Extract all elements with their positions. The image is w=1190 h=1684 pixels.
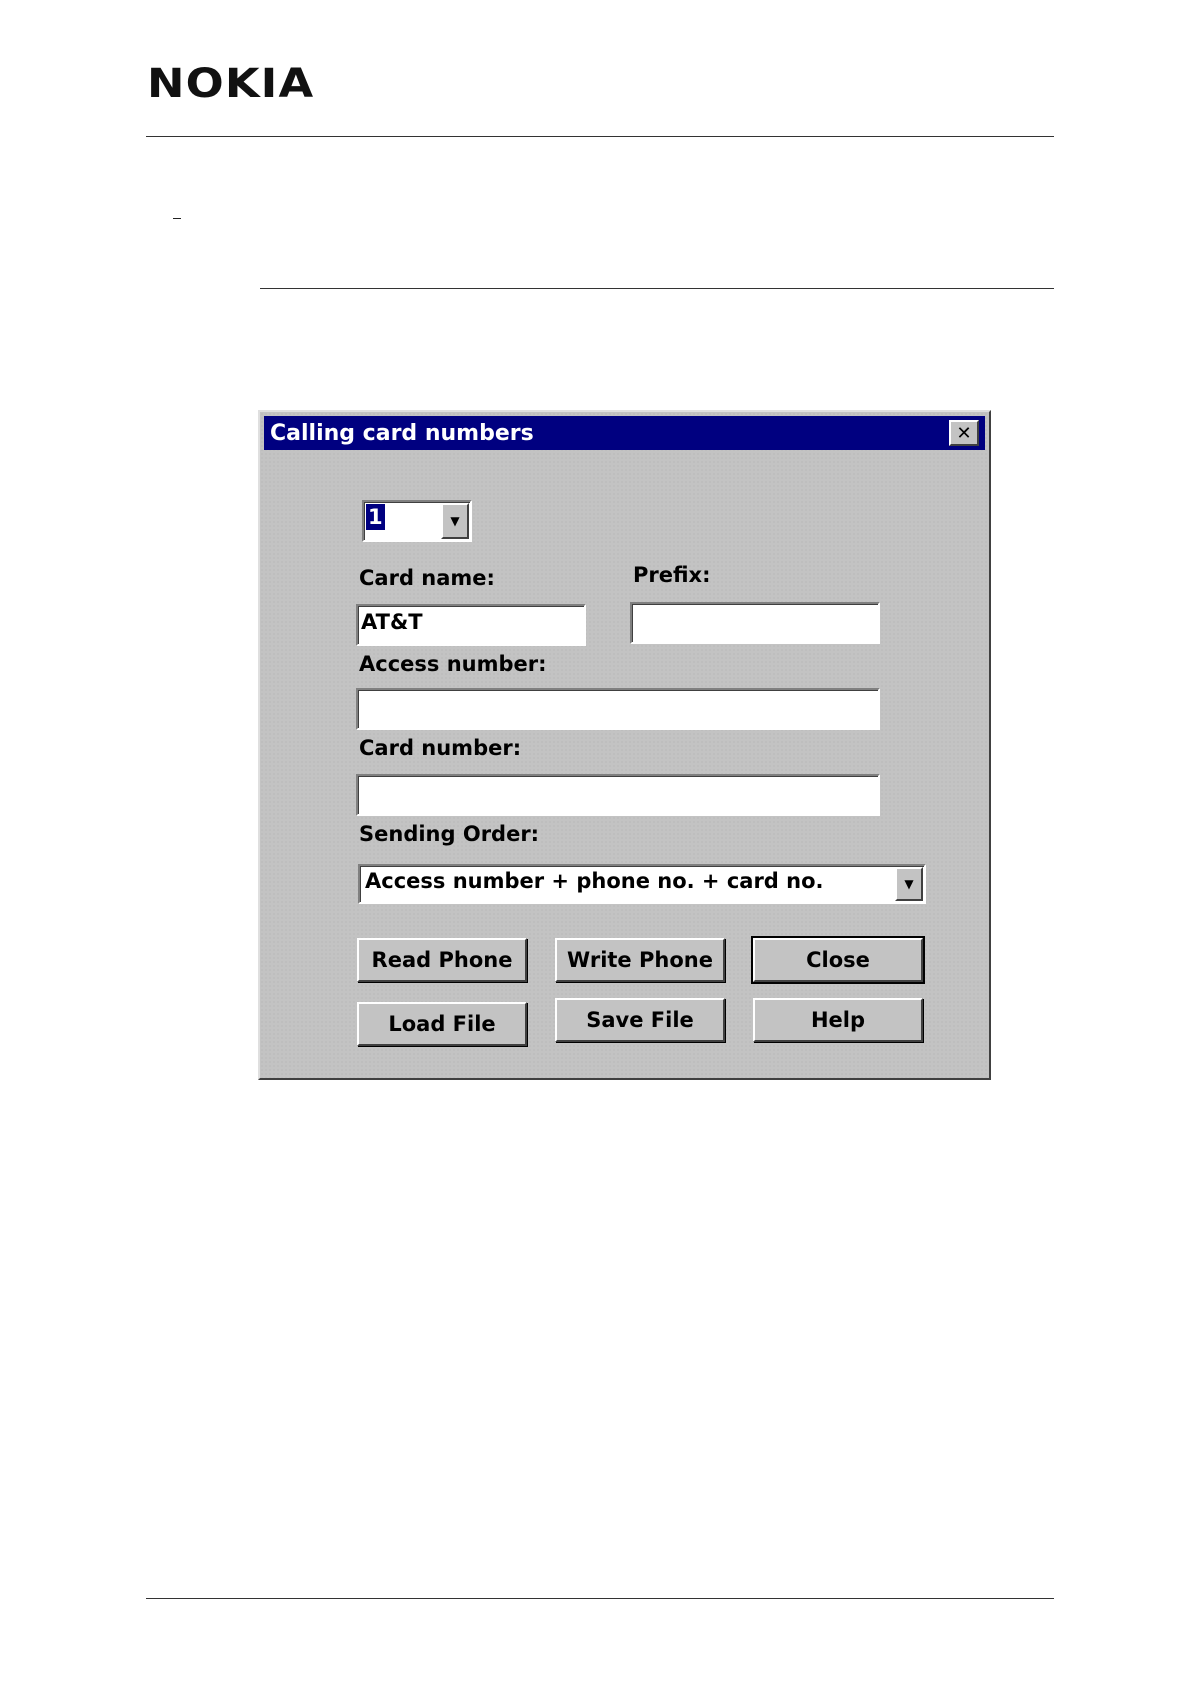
sending-order-label: Sending Order: (359, 822, 540, 846)
access-number-field[interactable] (356, 688, 880, 730)
dialog-titlebar[interactable]: Calling card numbers ✕ (264, 416, 985, 450)
close-button[interactable]: Close (751, 936, 925, 984)
card-number-label: Card number: (359, 736, 522, 760)
index-selector[interactable]: 1 ▼ (362, 500, 472, 542)
access-number-label: Access number: (359, 652, 547, 676)
dash-mark (173, 218, 181, 219)
dialog-title: Calling card numbers (270, 420, 534, 446)
card-number-field[interactable] (356, 774, 880, 816)
card-name-label: Card name: (359, 566, 495, 590)
chevron-down-icon[interactable]: ▼ (895, 867, 923, 901)
write-phone-button[interactable]: Write Phone (555, 938, 725, 982)
nokia-logo: NOKIA (147, 61, 315, 107)
save-file-button[interactable]: Save File (555, 998, 725, 1042)
load-file-button[interactable]: Load File (357, 1002, 527, 1046)
sending-order-select[interactable]: Access number + phone no. + card no. ▼ (358, 864, 926, 904)
card-name-value: AT&T (361, 610, 423, 634)
close-icon[interactable]: ✕ (949, 420, 979, 446)
prefix-field[interactable] (630, 602, 880, 644)
header-rule (146, 136, 1054, 137)
card-name-field[interactable]: AT&T (356, 604, 586, 646)
footer-rule (146, 1598, 1054, 1599)
calling-card-dialog: Calling card numbers ✕ 1 ▼ Card name: Pr… (258, 410, 991, 1080)
prefix-label: Prefix: (633, 563, 711, 587)
chevron-down-icon[interactable]: ▼ (441, 503, 469, 539)
read-phone-button[interactable]: Read Phone (357, 938, 527, 982)
help-button[interactable]: Help (753, 998, 923, 1042)
section-rule (260, 288, 1054, 289)
index-selector-value: 1 (366, 504, 385, 530)
sending-order-value: Access number + phone no. + card no. (365, 869, 824, 893)
